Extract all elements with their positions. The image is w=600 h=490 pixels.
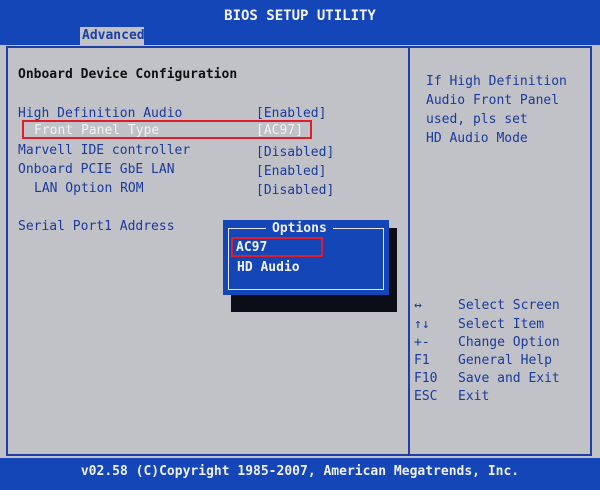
option-ac97[interactable]: AC97: [236, 240, 267, 255]
options-popup-title: Options: [266, 221, 333, 236]
key-exit-label: Exit: [458, 389, 490, 404]
option-hd-audio[interactable]: HD Audio: [237, 260, 300, 275]
setting-value-marvell-ide[interactable]: [Disabled]: [256, 145, 334, 160]
help-line-1: If High Definition: [426, 74, 567, 89]
setting-label-hd-audio[interactable]: High Definition Audio: [18, 106, 182, 121]
window-title: BIOS SETUP UTILITY: [224, 8, 376, 24]
copyright-text: v02.58 (C)Copyright 1985-2007, American …: [80, 464, 520, 479]
tab-advanced[interactable]: Advanced: [80, 27, 145, 45]
setting-label-onboard-lan[interactable]: Onboard PCIE GbE LAN: [18, 162, 175, 177]
setting-label-front-panel-type[interactable]: Front Panel Type: [34, 123, 159, 138]
section-title: Onboard Device Configuration: [18, 67, 238, 82]
key-change-option-label: Change Option: [458, 335, 560, 350]
key-save-exit: F10: [414, 371, 438, 386]
key-select-screen: ↔: [414, 298, 422, 313]
setting-label-lan-option-rom[interactable]: LAN Option ROM: [34, 181, 144, 196]
key-exit: ESC: [414, 389, 438, 404]
help-line-4: HD Audio Mode: [426, 131, 528, 146]
key-select-item: ↑↓: [414, 317, 430, 332]
key-general-help: F1: [414, 353, 430, 368]
key-save-exit-label: Save and Exit: [458, 371, 560, 386]
help-line-2: Audio Front Panel: [426, 93, 560, 108]
setting-value-hd-audio[interactable]: [Enabled]: [256, 106, 326, 121]
setting-value-lan-option-rom[interactable]: [Disabled]: [256, 183, 334, 198]
key-select-item-label: Select Item: [458, 317, 545, 332]
key-general-help-label: General Help: [458, 353, 552, 368]
setting-value-front-panel-type[interactable]: [AC97]: [256, 123, 303, 138]
help-line-3: used, pls set: [426, 112, 528, 127]
bios-screen: BIOS SETUP UTILITY Advanced Onboard Devi…: [0, 0, 600, 490]
setting-label-marvell-ide[interactable]: Marvell IDE controller: [18, 143, 190, 158]
setting-label-serial-port[interactable]: Serial Port1 Address: [18, 219, 175, 234]
panel-divider: [408, 46, 410, 456]
key-select-screen-label: Select Screen: [458, 298, 560, 313]
setting-value-onboard-lan[interactable]: [Enabled]: [256, 164, 326, 179]
key-change-option: +-: [414, 335, 430, 350]
